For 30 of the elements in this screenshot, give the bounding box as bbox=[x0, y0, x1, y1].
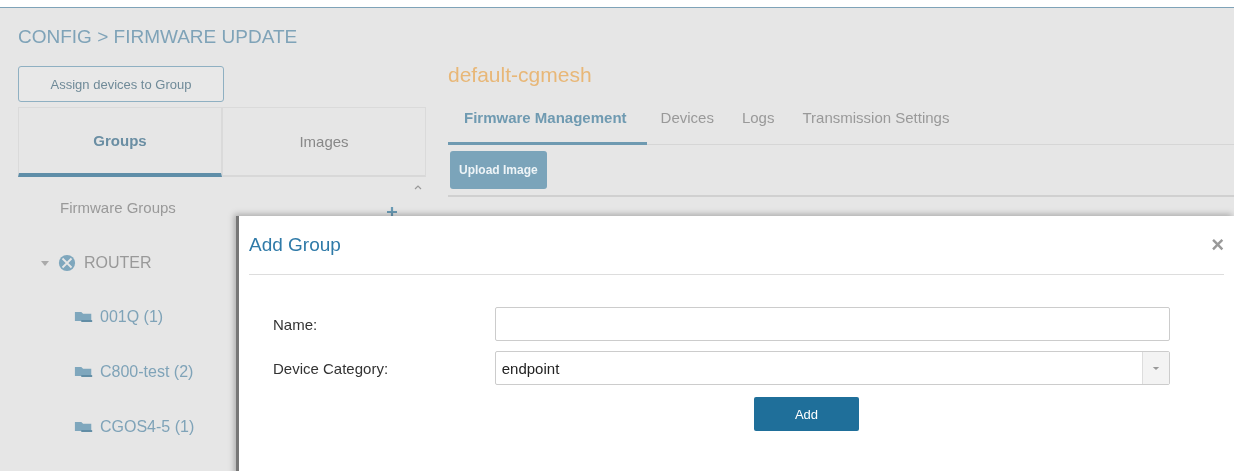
add-icon[interactable] bbox=[386, 206, 398, 218]
tab[interactable]: Firmware Management bbox=[448, 99, 647, 145]
close-icon[interactable]: × bbox=[1211, 232, 1224, 258]
upload-button[interactable]: Upload Image bbox=[450, 151, 547, 189]
caret-icon[interactable] bbox=[40, 258, 50, 268]
tab[interactable]: Devices bbox=[646, 99, 728, 145]
field-label: Name: bbox=[273, 315, 319, 333]
add-button[interactable]: Add bbox=[754, 397, 859, 431]
breadcrumb: CONFIG > FIRMWARE UPDATE bbox=[18, 26, 299, 49]
assign-button[interactable]: Assign devices to Group bbox=[18, 66, 224, 102]
tab[interactable]: Transmission Settings bbox=[788, 99, 964, 145]
project-title: default-cgmesh bbox=[448, 63, 593, 88]
folder-icon bbox=[74, 364, 94, 379]
tab[interactable]: Groups bbox=[18, 107, 222, 177]
tree-item[interactable]: 001Q (1) bbox=[100, 307, 164, 326]
scroll-up-icon[interactable] bbox=[413, 183, 423, 191]
dialog-title: Add Group bbox=[249, 234, 341, 256]
dropdown-arrow-icon bbox=[1152, 365, 1160, 371]
folder-icon bbox=[74, 419, 94, 434]
section-title: Firmware Groups bbox=[60, 198, 176, 216]
tree-item[interactable]: CGOS4-5 (1) bbox=[100, 417, 195, 436]
tab[interactable]: Logs bbox=[727, 99, 789, 145]
tab[interactable]: Images bbox=[222, 107, 426, 177]
dropdown[interactable]: endpoint bbox=[494, 351, 1170, 385]
input-field[interactable] bbox=[494, 307, 1170, 341]
tree-item[interactable]: C800-test (2) bbox=[100, 362, 194, 381]
router-icon bbox=[58, 254, 76, 272]
folder-icon bbox=[74, 309, 94, 324]
field-label: Device Category: bbox=[273, 359, 390, 377]
tree-item[interactable]: ROUTER bbox=[84, 254, 152, 272]
